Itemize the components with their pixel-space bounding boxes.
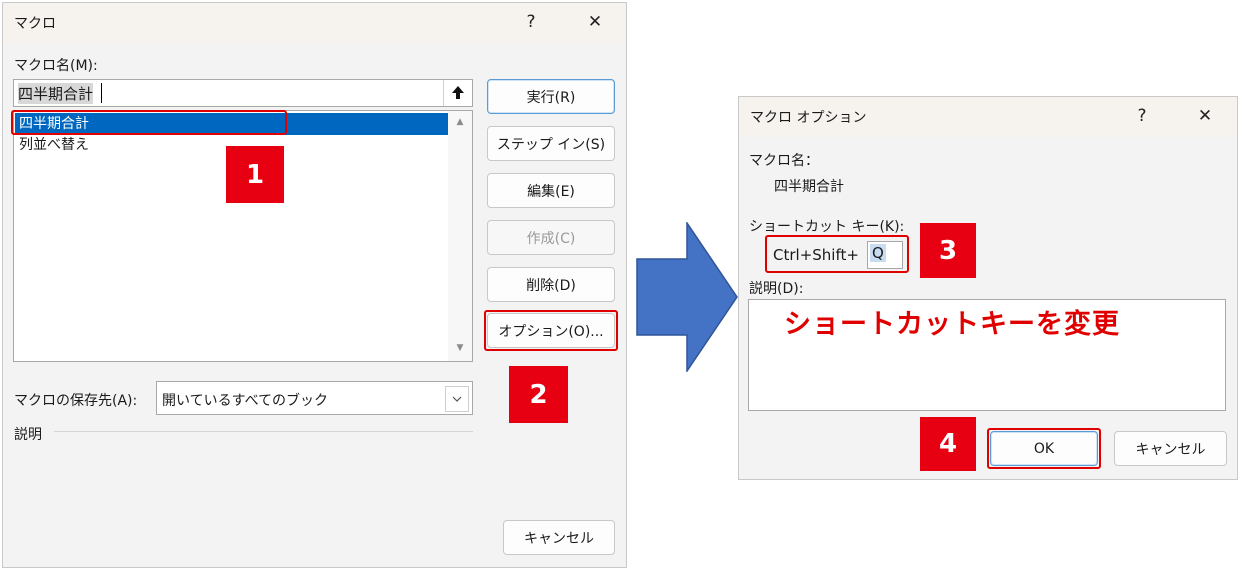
step-in-button[interactable]: ステップ イン(S)	[487, 126, 615, 161]
store-label: マクロの保存先(A):	[14, 393, 138, 409]
edit-button[interactable]: 編集(E)	[487, 173, 615, 208]
list-scrollbar[interactable]: ▲ ▼	[448, 111, 472, 361]
macro-name-input[interactable]: 四半期合計	[13, 79, 473, 107]
highlight-box-2	[484, 310, 618, 351]
text-cursor	[101, 83, 102, 103]
options-macro-name-label: マクロ名：	[749, 153, 819, 169]
options-dialog-title: マクロ オプション	[750, 110, 867, 126]
options-cancel-button[interactable]: キャンセル	[1114, 431, 1227, 466]
step-badge-3: 3	[920, 223, 976, 278]
shortcut-label: ショートカット キー(K):	[749, 219, 905, 235]
delete-button[interactable]: 削除(D)	[487, 267, 615, 302]
scroll-down-icon[interactable]: ▼	[448, 343, 472, 353]
highlight-box-3	[765, 235, 909, 273]
right-arrow-icon	[636, 222, 738, 372]
create-button[interactable]: 作成(C)	[487, 220, 615, 255]
scroll-up-icon[interactable]: ▲	[448, 117, 472, 127]
annotation-text: ショートカットキーを変更	[784, 309, 1120, 340]
options-help-button[interactable]: ?	[1132, 106, 1152, 126]
step-badge-2: 2	[509, 366, 568, 423]
store-value: 開いているすべてのブック	[162, 393, 329, 409]
description-divider	[54, 431, 473, 432]
macro-name-value: 四半期合計	[18, 83, 94, 104]
description-label: 説明	[14, 427, 42, 443]
macro-dialog-title: マクロ	[14, 16, 56, 32]
highlight-box-4	[987, 428, 1101, 469]
step-badge-4: 4	[920, 417, 976, 471]
upload-arrow-icon[interactable]	[443, 80, 472, 106]
highlight-box-1	[11, 110, 287, 135]
close-icon[interactable]: ✕	[585, 12, 605, 32]
store-select[interactable]: 開いているすべてのブック	[156, 381, 473, 415]
options-description-label: 説明(D):	[749, 281, 804, 297]
run-button[interactable]: 実行(R)	[487, 79, 615, 114]
macro-name-label: マクロ名(M):	[14, 58, 98, 74]
cancel-button[interactable]: キャンセル	[503, 520, 615, 555]
chevron-down-icon[interactable]	[445, 386, 469, 412]
options-macro-name-value: 四半期合計	[774, 179, 844, 195]
step-badge-1: 1	[226, 146, 284, 203]
help-button[interactable]: ?	[521, 12, 541, 32]
options-close-icon[interactable]: ✕	[1195, 106, 1215, 126]
